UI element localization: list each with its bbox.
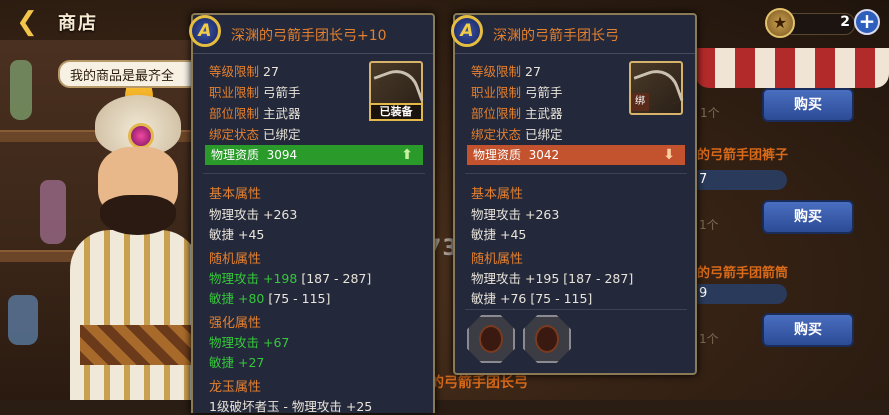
random-stat: 物理攻击 +195 [187 - 287]	[471, 271, 634, 286]
list-item-title: 的弓箭手团箭筒	[697, 266, 789, 281]
list-qty: 1个	[700, 106, 720, 120]
gem-socket-icon[interactable]	[467, 315, 515, 363]
jade-attr-title: 龙玉属性	[209, 380, 262, 395]
bow-icon: 绑	[629, 61, 684, 115]
merchant-sash	[80, 325, 200, 365]
aptitude-label: 物理资质	[211, 148, 260, 162]
bottle	[10, 60, 32, 120]
grade-badge-icon: A	[451, 15, 483, 47]
base-stat: 物理攻击 +263	[209, 207, 298, 222]
bind-label: 绑定状态	[471, 127, 522, 142]
base-attr-title: 基本属性	[209, 187, 262, 202]
merchant-character	[70, 75, 200, 400]
base-stat: 物理攻击 +263	[471, 207, 560, 222]
item-name: 深渊的弓箭手团长弓	[493, 28, 619, 44]
currency-display: 2 ★ +	[765, 8, 880, 38]
stat-range: [187 - 287]	[301, 271, 372, 286]
bind-label: 绑定状态	[209, 127, 260, 142]
random-stat: 敏捷 +76 [75 - 115]	[471, 291, 593, 306]
back-arrow-icon[interactable]: ❮	[12, 8, 42, 36]
arrow-down-icon: ⬇	[663, 147, 675, 163]
level-label: 等级限制	[471, 64, 522, 79]
bow-icon: 已装备	[369, 61, 424, 121]
aptitude-bar: 物理资质 3094 ⬆	[205, 145, 423, 165]
random-attr-title: 随机属性	[209, 252, 262, 267]
bottle	[8, 295, 38, 345]
class-label: 职业限制	[471, 85, 522, 100]
divider	[465, 309, 687, 310]
buy-button[interactable]: 购买	[762, 200, 854, 234]
buy-button[interactable]: 购买	[762, 313, 854, 347]
speech-text: 我的商品是最齐全	[70, 69, 175, 84]
jade-stat: 1级破坏者玉 - 物理攻击 +25	[209, 399, 373, 414]
bind-value: 已绑定	[263, 127, 301, 142]
add-currency-button[interactable]: +	[854, 9, 880, 35]
equipped-badge: 已装备	[369, 103, 423, 121]
stat-range: [75 - 115]	[268, 291, 331, 306]
shop-awning	[695, 48, 889, 88]
arrow-up-icon: ⬆	[401, 147, 413, 163]
currency-value: 2	[840, 14, 850, 30]
base-stat: 敏捷 +45	[471, 227, 527, 242]
stat-name: 物理攻击	[209, 335, 260, 350]
divider	[465, 173, 687, 174]
turban-gem	[128, 123, 154, 149]
base-stat: 敏捷 +45	[209, 227, 265, 242]
aptitude-value: 3042	[528, 148, 560, 162]
bound-tag: 绑	[631, 93, 649, 111]
stat-bonus: +67	[263, 335, 290, 350]
class-value: 弓箭手	[525, 85, 563, 100]
list-item-qty: 9	[697, 284, 787, 304]
stat-name: 敏捷	[209, 355, 235, 370]
buy-button[interactable]: 购买	[762, 88, 854, 122]
slot-value: 主武器	[263, 106, 301, 121]
stat-name: 物理攻击	[209, 271, 260, 286]
bottle	[40, 180, 66, 244]
slot-value: 主武器	[525, 106, 563, 121]
page-title: 商店	[58, 13, 98, 34]
speech-bubble: 我的商品是最齐全	[58, 60, 208, 88]
divider	[203, 173, 425, 174]
random-attr-title: 随机属性	[471, 252, 524, 267]
aptitude-value: 3094	[266, 148, 298, 162]
base-attr-title: 基本属性	[471, 187, 524, 202]
class-label: 职业限制	[209, 85, 260, 100]
stat-bonus: +80	[238, 291, 265, 306]
merchant-robe	[70, 230, 200, 400]
stat-bonus: +198	[263, 271, 298, 286]
list-item-title: 的弓箭手团裤子	[697, 148, 789, 163]
list-item-count: 1个	[699, 332, 719, 346]
level-label: 等级限制	[209, 64, 260, 79]
item-name: 深渊的弓箭手团长弓+10	[231, 28, 387, 44]
aptitude-label: 物理资质	[473, 148, 522, 162]
equipped-item-tooltip: A 深渊的弓箭手团长弓+10 已装备 等级限制 27 职业限制 弓箭手 部位限制…	[189, 13, 435, 414]
list-item-count: 1个	[699, 218, 719, 232]
empty-socket	[479, 325, 503, 353]
aptitude-bar: 物理资质 3042 ⬇	[467, 145, 685, 165]
bind-value: 已绑定	[525, 127, 563, 142]
slot-label: 部位限制	[209, 106, 260, 121]
grade-badge-icon: A	[189, 15, 221, 47]
list-item-qty: 7	[697, 170, 787, 190]
tooltip-header: A 深渊的弓箭手团长弓+10	[189, 15, 433, 54]
list-item-title: 的弓箭手团长弓	[430, 375, 528, 391]
gem-socket-icon[interactable]	[523, 315, 571, 363]
enhance-attr-title: 强化属性	[209, 316, 262, 331]
stat-bonus: +27	[238, 355, 265, 370]
shop-item-tooltip: A 深渊的弓箭手团长弓 绑 等级限制 27 职业限制 弓箭手 部位限制 主武器 …	[451, 13, 697, 375]
empty-socket	[535, 325, 559, 353]
merchant-beard	[100, 195, 176, 235]
level-value: 27	[525, 64, 541, 79]
stat-name: 敏捷	[209, 291, 235, 306]
class-value: 弓箭手	[263, 85, 301, 100]
slot-label: 部位限制	[471, 106, 522, 121]
medal-icon: ★	[765, 8, 795, 38]
level-value: 27	[263, 64, 279, 79]
tooltip-header: A 深渊的弓箭手团长弓	[451, 15, 695, 54]
